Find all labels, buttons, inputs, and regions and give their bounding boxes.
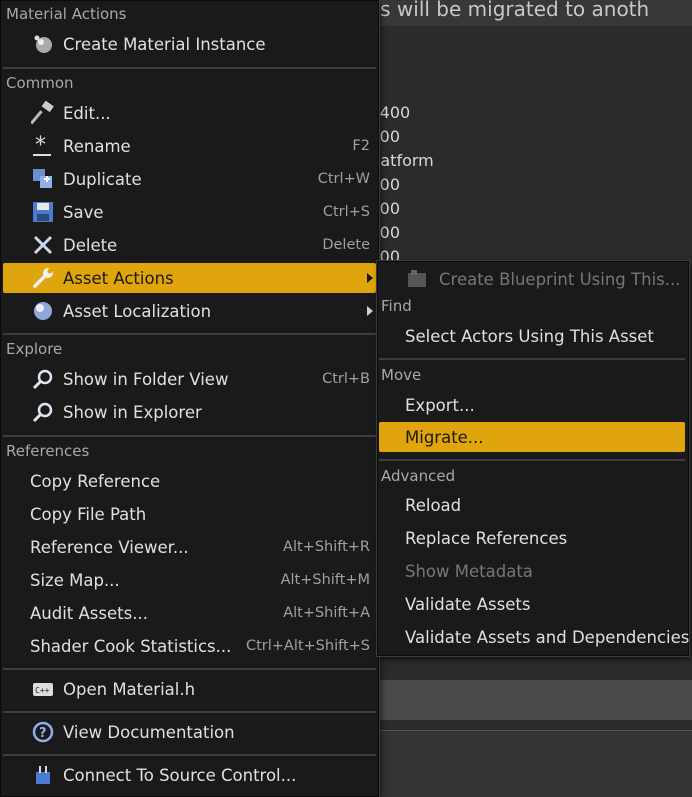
background-bar [360,680,692,720]
validate-assets-dependencies-item[interactable]: Validate Assets and Dependencies [379,622,689,652]
edit-item[interactable]: Edit... [3,98,376,128]
svg-text:C++: C++ [35,686,50,695]
magnifier-icon [31,400,55,424]
separator [379,358,685,360]
duplicate-item[interactable]: Duplicate Ctrl+W [3,164,376,194]
migration-dialog-title: ets will be migrated to anoth [360,0,692,26]
open-material-h-item[interactable]: C++ Open Material.h [3,674,376,704]
view-documentation-item[interactable]: ? View Documentation [3,717,376,747]
asset-localization-item[interactable]: Asset Localization [3,296,376,326]
validate-assets-item[interactable]: Validate Assets [379,589,685,619]
copy-file-path-item[interactable]: Copy File Path [3,499,376,529]
audit-assets-item[interactable]: Audit Assets... Alt+Shift+A [3,598,376,628]
globe-icon [31,299,55,323]
shortcut-label: Ctrl+Alt+Shift+S [245,638,370,654]
source-control-plug-icon [31,763,55,787]
size-map-item[interactable]: Size Map... Alt+Shift+M [3,565,376,595]
separator [3,754,376,756]
magnifier-icon [31,367,55,391]
rename-item[interactable]: * Rename F2 [3,131,376,161]
shortcut-label: Ctrl+B [322,371,370,387]
hammer-icon [30,100,55,125]
shortcut-label: Alt+Shift+R [283,539,370,555]
asset-actions-item[interactable]: Asset Actions [3,263,376,293]
context-menu: Material Actions Create Material Instanc… [0,0,379,797]
section-header-material-actions: Material Actions [6,5,127,23]
separator [3,67,376,69]
section-header-references: References [6,442,90,460]
separator [3,711,376,713]
shortcut-label: Ctrl+W [317,171,370,187]
select-actors-item[interactable]: Select Actors Using This Asset [379,321,685,351]
create-blueprint-item[interactable]: Create Blueprint Using This... [379,264,685,294]
section-header-find: Find [381,297,412,315]
replace-references-item[interactable]: Replace References [379,523,685,553]
shortcut-label: Ctrl+S [322,204,370,220]
svg-text:?: ? [39,726,47,741]
shortcut-label: Delete [322,237,370,253]
show-in-folder-view-item[interactable]: Show in Folder View Ctrl+B [3,364,376,394]
save-item[interactable]: Save Ctrl+S [3,197,376,227]
show-in-explorer-item[interactable]: Show in Explorer [3,397,376,427]
export-item[interactable]: Export... [379,390,685,420]
submenu-arrow-icon [367,273,373,283]
shader-cook-statistics-item[interactable]: Shader Cook Statistics... Ctrl+Alt+Shift… [3,631,376,661]
wrench-icon [31,266,55,290]
background-footer [360,730,692,797]
copy-reference-item[interactable]: Copy Reference [3,466,376,496]
section-header-common: Common [6,74,74,92]
material-sphere-icon [31,32,55,56]
reference-viewer-item[interactable]: Reference Viewer... Alt+Shift+R [3,532,376,562]
separator [3,668,376,670]
separator [3,435,376,437]
show-metadata-item[interactable]: Show Metadata [379,556,685,586]
section-header-explore: Explore [6,340,63,358]
section-header-advanced: Advanced [381,467,456,485]
asset-actions-submenu: Create Blueprint Using This... Find Sele… [377,261,689,656]
delete-x-icon [31,233,55,257]
separator [379,459,685,461]
delete-item[interactable]: Delete Delete [3,230,376,260]
help-icon: ? [31,720,55,744]
shortcut-label: Alt+Shift+M [280,572,370,588]
source-code-icon: C++ [31,677,55,701]
create-material-instance-item[interactable]: Create Material Instance [3,29,376,59]
rename-asterisk-icon: * [31,133,55,158]
shortcut-label: F2 [352,138,370,154]
shortcut-label: Alt+Shift+A [283,605,370,621]
blueprint-icon [405,267,429,291]
submenu-arrow-icon [367,306,373,316]
migrate-item[interactable]: Migrate... [379,422,685,452]
duplicate-icon [31,167,55,191]
reload-item[interactable]: Reload [379,490,685,520]
save-disk-icon [31,200,55,224]
separator [3,333,376,335]
section-header-move: Move [381,366,422,384]
connect-to-source-control-item[interactable]: Connect To Source Control... [3,760,376,790]
